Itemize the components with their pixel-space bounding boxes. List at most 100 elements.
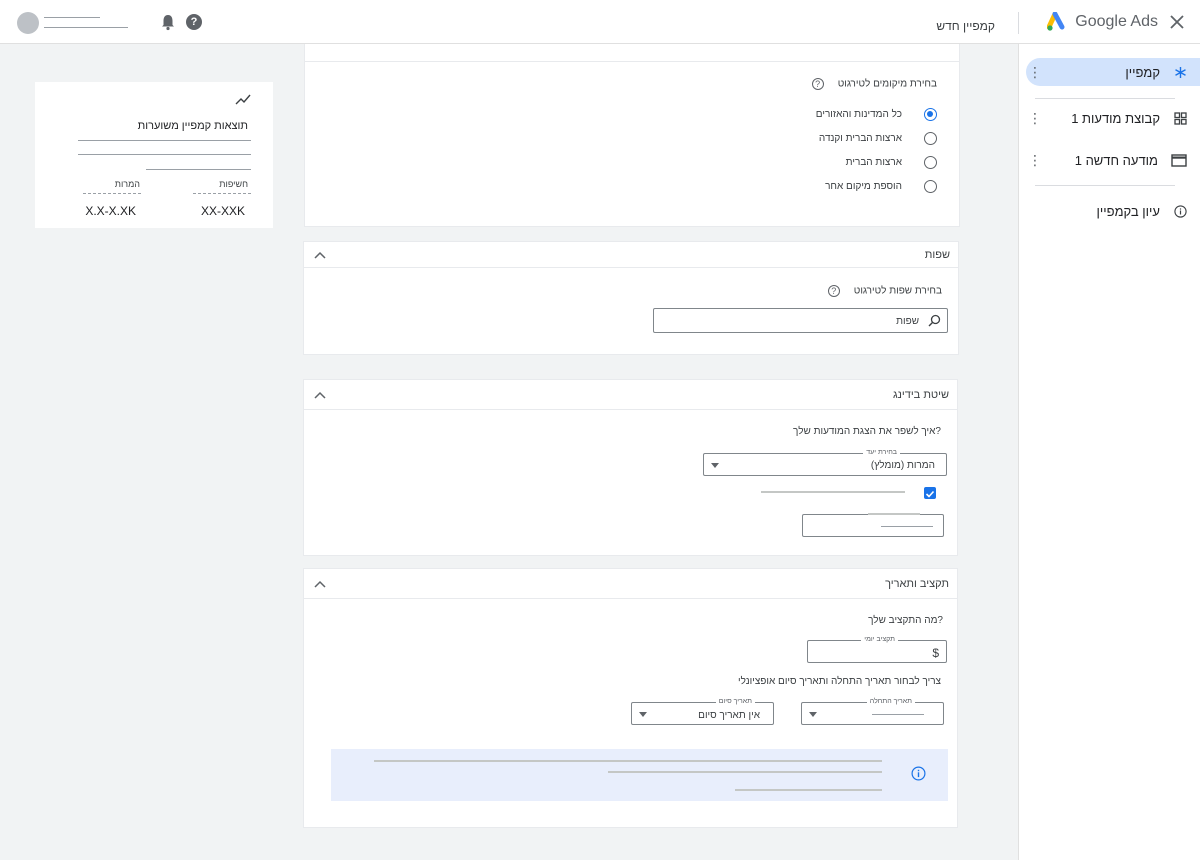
radio-selected[interactable]	[924, 108, 937, 121]
info-banner	[331, 749, 948, 801]
nav-item-label: קמפיין	[1125, 64, 1160, 80]
info-icon	[911, 766, 926, 781]
location-option-label: ארצות הברית	[845, 157, 902, 168]
product-name: Google Ads	[1075, 13, 1158, 30]
budget-header[interactable]: תקציב ותאריך	[304, 569, 957, 599]
budget-dates-section: תקציב ותאריך ?מה התקציב שלך תקציב יומי $…	[303, 568, 958, 828]
chevron-up-icon[interactable]	[314, 391, 326, 399]
notifications-bell-icon[interactable]	[160, 13, 176, 31]
account-id-placeholder	[44, 27, 128, 28]
dropdown-arrow-icon	[639, 712, 647, 717]
location-option-all[interactable]: כל המדינות והאזורים	[816, 108, 937, 121]
page-title: קמפיין חדש	[936, 19, 995, 33]
nav-item-review[interactable]: עיון בקמפיין	[1026, 197, 1200, 225]
end-date-select[interactable]: תאריך סיום אין תאריך סיום	[631, 698, 774, 725]
section-title: שיטת בידינג	[892, 388, 949, 401]
conversions-label: המרות	[114, 179, 140, 189]
locations-heading-text: בחירת מיקומים לטירגוט	[837, 78, 937, 90]
google-ads-logo-icon	[1047, 12, 1065, 31]
info-text-placeholder	[608, 771, 882, 773]
trending-up-icon	[235, 94, 251, 105]
help-icon[interactable]: ?	[186, 14, 202, 30]
nav-item-label: מודעה חדשה 1	[1074, 152, 1158, 168]
bidding-header[interactable]: שיטת בידינג	[304, 380, 957, 410]
locations-section: בחירת מיקומים לטירגוט? כל המדינות והאזור…	[304, 44, 960, 227]
title-underline	[78, 140, 251, 141]
close-icon[interactable]	[1168, 13, 1186, 31]
kebab-menu-icon[interactable]: ⋮	[1028, 110, 1042, 127]
daily-budget-input[interactable]: תקציב יומי $	[807, 636, 947, 663]
grid-icon	[1172, 110, 1188, 126]
currency-symbol: $	[932, 646, 939, 660]
info-text-placeholder	[374, 760, 882, 762]
bidding-question: ?איך לשפר את הצגת המודעות שלך	[793, 426, 941, 437]
conversions-value: X.X-X.XK	[85, 204, 136, 218]
section-title: תקציב ותאריך	[885, 577, 949, 590]
start-date-select[interactable]: תאריך התחלה	[801, 698, 944, 725]
nav-item-new-ad[interactable]: מודעה חדשה 1 ⋮	[1026, 146, 1200, 174]
chevron-up-icon[interactable]	[314, 251, 326, 259]
info-icon	[1172, 203, 1188, 219]
impressions-value: XX-XXK	[200, 204, 245, 218]
bidding-section: שיטת בידינג ?איך לשפר את הצגת המודעות של…	[303, 379, 958, 556]
daily-budget-label: תקציב יומי	[861, 636, 898, 643]
location-option-label: ארצות הברית וקנדה	[818, 133, 902, 144]
language-search-text: שפות	[896, 316, 919, 327]
locations-heading: בחירת מיקומים לטירגוט?	[811, 78, 937, 90]
end-date-value: אין תאריך סיום	[698, 710, 760, 721]
placeholder-line	[146, 169, 251, 170]
help-circle-icon[interactable]: ?	[827, 285, 840, 297]
browser-window-icon	[1170, 152, 1188, 168]
conversions-divider	[83, 193, 141, 194]
checkbox-label-placeholder	[761, 491, 905, 493]
nav-item-ad-group[interactable]: קבוצת מודעות 1 ⋮	[1026, 104, 1200, 132]
conversion-checkbox[interactable]	[924, 487, 936, 499]
checkmark-icon	[925, 490, 935, 498]
location-option-us[interactable]: ארצות הברית	[846, 156, 937, 169]
nav-item-label: עיון בקמפיין	[1096, 203, 1160, 219]
radio-unselected[interactable]	[924, 180, 937, 193]
nav-item-campaign[interactable]: קמפיין ⋮	[1026, 58, 1200, 86]
location-option-label: הוספת מיקום אחר	[825, 181, 902, 192]
budget-question: ?מה התקציב שלך	[868, 615, 943, 626]
nav-divider	[1035, 98, 1175, 99]
header-divider	[1018, 12, 1019, 34]
google-ads-logo: Google Ads	[1047, 12, 1158, 32]
section-title: שפות	[924, 248, 950, 261]
kebab-menu-icon[interactable]: ⋮	[1028, 64, 1042, 81]
campaign-steps-nav: קמפיין ⋮ קבוצת מודעות 1 ⋮ מודעה חדשה 1 ⋮…	[1018, 44, 1200, 860]
radio-unselected[interactable]	[924, 132, 937, 145]
location-option-label: כל המדינות והאזורים	[815, 109, 902, 120]
radio-unselected[interactable]	[924, 156, 937, 169]
dropdown-arrow-icon	[711, 463, 719, 468]
kebab-menu-icon[interactable]: ⋮	[1028, 152, 1042, 169]
nav-divider	[1035, 185, 1175, 186]
start-date-placeholder	[872, 714, 924, 715]
languages-heading-text: בחירת שפות לטירגוט	[853, 285, 942, 297]
languages-header[interactable]: שפות	[304, 242, 958, 268]
dropdown-arrow-icon	[809, 712, 817, 717]
field-label-placeholder	[868, 513, 920, 515]
bidding-goal-select[interactable]: בחירת יעד המרות (מומלץ)	[703, 449, 947, 476]
languages-section: שפות בחירת שפות לטירגוט? שפות	[303, 241, 959, 355]
top-bar: Google Ads קמפיין חדש ?	[0, 0, 1200, 44]
location-option-other[interactable]: הוספת מיקום אחר	[825, 180, 937, 193]
info-text-placeholder	[735, 789, 882, 791]
field-value-placeholder	[881, 526, 933, 527]
account-avatar[interactable]	[17, 12, 39, 34]
estimate-title: תוצאות קמפיין משוערות	[137, 120, 248, 132]
chevron-up-icon[interactable]	[314, 580, 326, 588]
account-name-placeholder	[44, 17, 100, 18]
language-search-input[interactable]: שפות	[653, 308, 948, 333]
start-date-label: תאריך התחלה	[866, 698, 915, 705]
location-option-us-canada[interactable]: ארצות הברית וקנדה	[819, 132, 937, 145]
impressions-label: חשיפות	[219, 179, 248, 189]
campaign-estimate-card: תוצאות קמפיין משוערות חשיפות XX-XXK המרו…	[35, 82, 273, 228]
impressions-divider	[193, 193, 251, 194]
target-cpa-input[interactable]	[802, 513, 944, 537]
languages-heading: בחירת שפות לטירגוט?	[827, 285, 942, 297]
search-icon	[928, 314, 941, 327]
help-circle-icon[interactable]: ?	[811, 78, 824, 90]
placeholder-line	[78, 154, 251, 155]
dates-question: צריך לבחור תאריך התחלה ותאריך סיום אופצי…	[738, 676, 941, 687]
